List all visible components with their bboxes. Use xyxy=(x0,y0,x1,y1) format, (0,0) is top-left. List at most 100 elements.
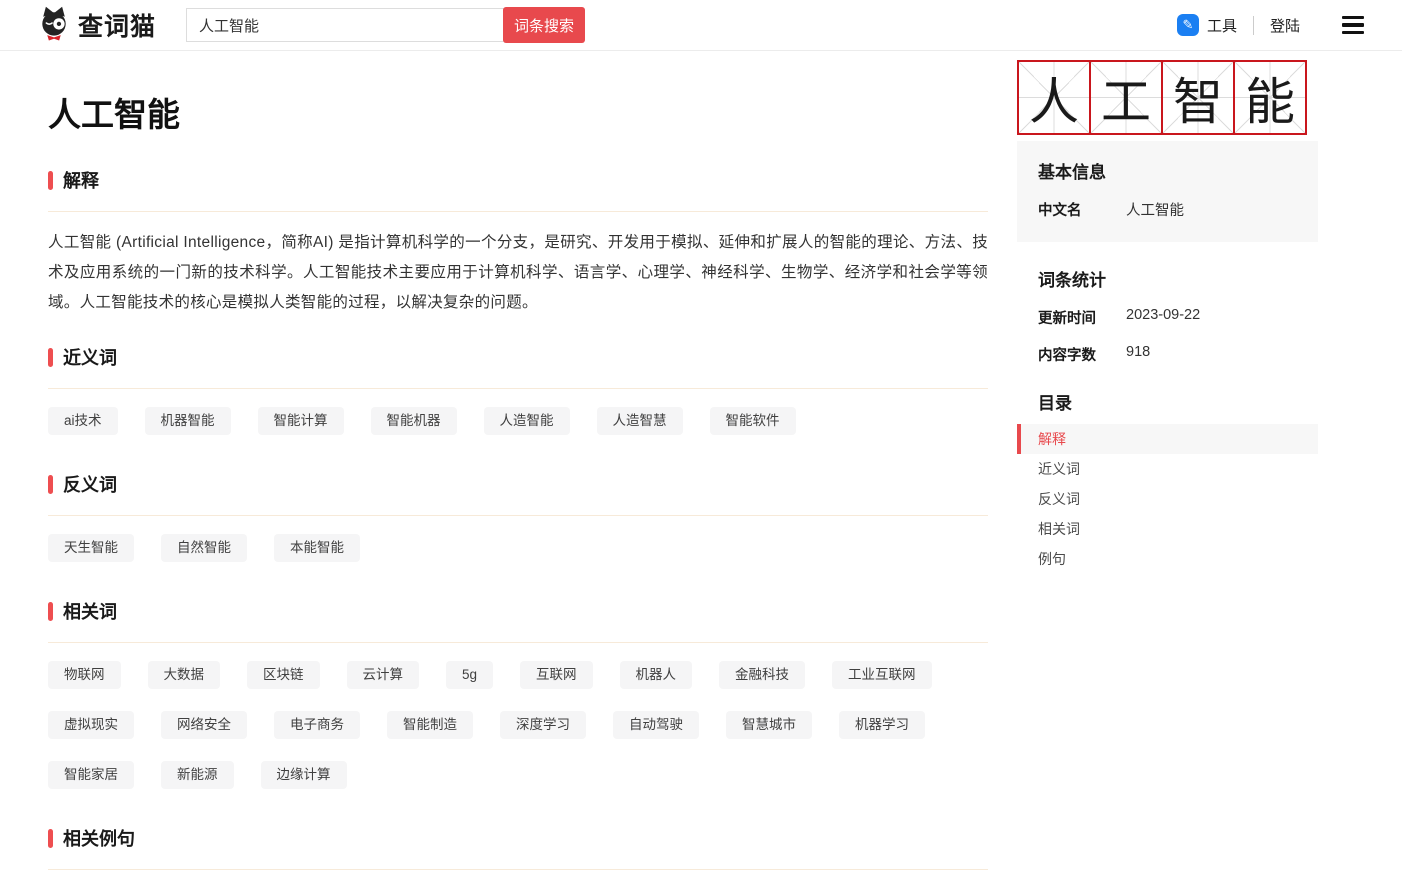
stroke-grid-char: 智 xyxy=(1161,60,1235,135)
related-tag[interactable]: 自动驾驶 xyxy=(613,711,699,739)
stroke-grid-char: 能 xyxy=(1233,60,1307,135)
related-tag[interactable]: 工业互联网 xyxy=(832,661,932,689)
stats-label: 更新时间 xyxy=(1038,307,1126,328)
definition-paragraph: 人工智能 (Artificial Intelligence，简称AI) 是指计算… xyxy=(48,228,988,318)
stats-label: 内容字数 xyxy=(1038,344,1126,365)
synonym-tag[interactable]: ai技术 xyxy=(48,407,118,435)
related-tag[interactable]: 智慧城市 xyxy=(726,711,812,739)
section-divider xyxy=(48,211,988,212)
info-label: 中文名 xyxy=(1038,199,1126,220)
stats-value: 2023-09-22 xyxy=(1126,307,1200,328)
related-tag[interactable]: 电子商务 xyxy=(274,711,360,739)
related-tag[interactable]: 智能家居 xyxy=(48,761,134,789)
stroke-grid-char: 工 xyxy=(1089,60,1163,135)
toc-items: 解释近义词反义词相关词例句 xyxy=(1017,424,1318,574)
section-explain: 解释 人工智能 (Artificial Intelligence，简称AI) 是… xyxy=(48,167,988,318)
section-heading-examples: 相关例句 xyxy=(48,825,988,851)
basic-info-card: 基本信息 中文名 人工智能 xyxy=(1017,141,1318,242)
stats-heading: 词条统计 xyxy=(1038,266,1297,291)
related-tag[interactable]: 金融科技 xyxy=(719,661,805,689)
related-tag[interactable]: 网络安全 xyxy=(161,711,247,739)
section-synonyms: 近义词 ai技术机器智能智能计算智能机器人造智能人造智慧智能软件 xyxy=(48,344,988,435)
toc-item[interactable]: 解释 xyxy=(1017,424,1318,454)
related-tag[interactable]: 物联网 xyxy=(48,661,121,689)
tools-link[interactable]: 工具 xyxy=(1207,15,1237,36)
search-input[interactable] xyxy=(186,8,504,42)
section-marker xyxy=(48,348,53,367)
section-title: 相关例句 xyxy=(63,825,135,851)
login-link[interactable]: 登陆 xyxy=(1270,15,1300,36)
section-heading-synonyms: 近义词 xyxy=(48,344,988,370)
brand-logo[interactable]: 查词猫 xyxy=(36,5,156,46)
antonym-tag[interactable]: 天生智能 xyxy=(48,534,134,562)
related-tags: 物联网大数据区块链云计算 5g 互联网机器人金融科技工业互联网虚拟现实网络安全电子商… xyxy=(48,661,988,789)
header-right: ✎ 工具 登陆 xyxy=(1177,14,1364,36)
related-tag[interactable]: 大数据 xyxy=(148,661,221,689)
toc-item[interactable]: 近义词 xyxy=(1017,454,1318,484)
related-tag[interactable]: 虚拟现实 xyxy=(48,711,134,739)
main-content: 人工智能 解释 人工智能 (Artificial Intelligence，简称… xyxy=(48,51,988,879)
section-related: 相关词 物联网大数据区块链云计算 5g 互联网机器人金融科技工业互联网虚拟现实网络安… xyxy=(48,598,988,789)
basic-info-heading: 基本信息 xyxy=(1038,158,1297,183)
section-heading-antonyms: 反义词 xyxy=(48,471,988,497)
section-antonyms: 反义词 天生智能自然智能本能智能 xyxy=(48,471,988,562)
info-row: 中文名 人工智能 xyxy=(1038,199,1297,220)
related-tag[interactable]: 机器学习 xyxy=(839,711,925,739)
antonym-tag[interactable]: 自然智能 xyxy=(161,534,247,562)
pencil-tool-icon[interactable]: ✎ xyxy=(1177,14,1199,36)
antonym-tag[interactable]: 本能智能 xyxy=(274,534,360,562)
section-divider xyxy=(48,388,988,389)
stats-row: 内容字数 918 xyxy=(1038,344,1297,365)
synonym-tag[interactable]: 智能机器 xyxy=(371,407,457,435)
stats-row: 更新时间 2023-09-22 xyxy=(1038,307,1297,328)
section-heading-explain: 解释 xyxy=(48,167,988,193)
section-heading-related: 相关词 xyxy=(48,598,988,624)
related-tag[interactable]: 机器人 xyxy=(620,661,693,689)
toc-item[interactable]: 例句 xyxy=(1017,544,1318,574)
synonym-tag[interactable]: 人造智慧 xyxy=(597,407,683,435)
section-title: 解释 xyxy=(63,167,99,193)
section-marker xyxy=(48,475,53,494)
section-marker xyxy=(48,171,53,190)
stats-card: 词条统计 更新时间 2023-09-22 内容字数 918 xyxy=(1017,242,1318,375)
related-tag[interactable]: 互联网 xyxy=(520,661,593,689)
synonym-tag[interactable]: 智能软件 xyxy=(710,407,796,435)
table-of-contents: 目录 解释近义词反义词相关词例句 xyxy=(1017,389,1318,574)
header-divider xyxy=(1253,16,1254,35)
cat-mascot-icon xyxy=(36,5,72,46)
section-divider xyxy=(48,869,988,870)
brand-name: 查词猫 xyxy=(78,7,156,43)
synonym-tag[interactable]: 机器智能 xyxy=(145,407,231,435)
synonym-tags: ai技术机器智能智能计算智能机器人造智能人造智慧智能软件 xyxy=(48,407,988,435)
antonym-tags: 天生智能自然智能本能智能 xyxy=(48,534,988,562)
section-divider xyxy=(48,515,988,516)
related-tag[interactable]: 深度学习 xyxy=(500,711,586,739)
section-divider xyxy=(48,642,988,643)
stats-value: 918 xyxy=(1126,344,1150,365)
right-sidebar: 人工智能 基本信息 中文名 人工智能 词条统计 更新时间 2023-09-22 … xyxy=(1017,51,1318,879)
related-tag[interactable]: 智能制造 xyxy=(387,711,473,739)
section-marker xyxy=(48,602,53,621)
related-tag[interactable]: 新能源 xyxy=(161,761,234,789)
page-body: 人工智能 解释 人工智能 (Artificial Intelligence，简称… xyxy=(0,51,1402,879)
hamburger-menu-icon[interactable] xyxy=(1342,16,1364,35)
toc-item[interactable]: 相关词 xyxy=(1017,514,1318,544)
stroke-grid-char: 人 xyxy=(1017,60,1091,135)
related-tag[interactable]: 区块链 xyxy=(247,661,320,689)
page-title: 人工智能 xyxy=(48,97,988,133)
related-tag[interactable]: 云计算 xyxy=(347,661,420,689)
section-examples: 相关例句 随着互联网、大数据、云计算、人工智能、物联网等新技术的不断涌现，数字化… xyxy=(48,825,988,879)
search-bar: 词条搜索 xyxy=(186,7,585,43)
info-value: 人工智能 xyxy=(1126,199,1184,220)
section-title: 相关词 xyxy=(63,598,117,624)
stroke-grid-row: 人工智能 xyxy=(1017,60,1318,135)
search-button[interactable]: 词条搜索 xyxy=(503,7,585,43)
section-title: 近义词 xyxy=(63,344,117,370)
synonym-tag[interactable]: 人造智能 xyxy=(484,407,570,435)
section-marker xyxy=(48,829,53,848)
toc-item[interactable]: 反义词 xyxy=(1017,484,1318,514)
related-tag[interactable]: 5g xyxy=(446,661,493,689)
related-tag[interactable]: 边缘计算 xyxy=(261,761,347,789)
section-title: 反义词 xyxy=(63,471,117,497)
synonym-tag[interactable]: 智能计算 xyxy=(258,407,344,435)
